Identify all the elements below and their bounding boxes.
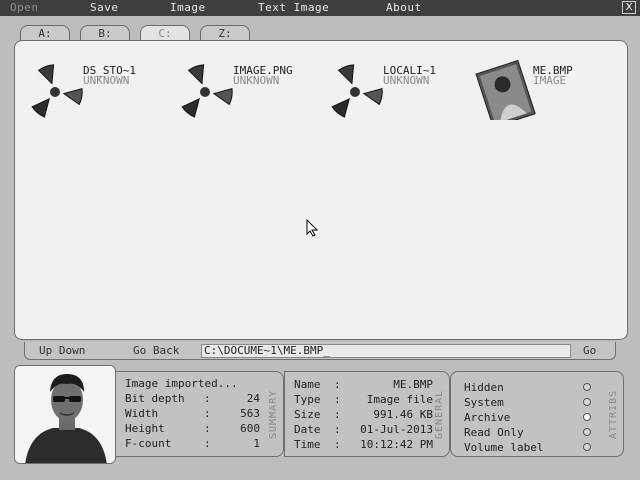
attrib-label: Read Only xyxy=(464,426,524,439)
general-key: Time xyxy=(294,438,321,451)
attrib-archive-radio[interactable] xyxy=(583,413,591,421)
file-item[interactable]: LOCALI~1 UNKNOWN xyxy=(323,56,473,146)
summary-value: 563 xyxy=(240,407,260,420)
menu-image[interactable]: Image xyxy=(170,1,206,14)
image-preview xyxy=(14,365,116,464)
close-icon[interactable]: X xyxy=(622,1,636,14)
attribs-label: ATTRIBS xyxy=(608,389,619,439)
file-type: UNKNOWN xyxy=(383,74,430,87)
radiation-icon xyxy=(31,64,83,118)
file-type: IMAGE xyxy=(533,74,567,87)
go-back-button[interactable]: Go Back xyxy=(133,344,179,357)
general-key: Name xyxy=(294,378,321,391)
summary-label: SUMMARY xyxy=(268,389,279,439)
summary-key: Height xyxy=(125,422,165,435)
attrib-hidden-radio[interactable] xyxy=(583,383,591,391)
menu-about[interactable]: About xyxy=(386,1,422,14)
menu-open[interactable]: Open xyxy=(10,1,39,14)
menu-text-image[interactable]: Text Image xyxy=(258,1,329,14)
general-value: 01-Jul-2013 xyxy=(360,423,433,436)
go-button[interactable]: Go xyxy=(583,344,596,357)
general-key: Size xyxy=(294,408,321,421)
image-thumbnail-icon xyxy=(475,59,536,120)
attrib-label: Hidden xyxy=(464,381,504,394)
summary-key: F-count xyxy=(125,437,172,450)
general-value: 10:12:42 PM xyxy=(360,438,433,451)
general-value: 991.46 KB xyxy=(373,408,433,421)
file-item[interactable]: ME.BMP IMAGE xyxy=(473,56,623,146)
general-value: Image file xyxy=(366,393,433,406)
summary-sep: : xyxy=(204,407,211,420)
import-status: Image imported... xyxy=(125,377,238,390)
summary-sep: : xyxy=(204,437,211,450)
general-sep: : xyxy=(334,438,341,451)
summary-sep: : xyxy=(204,392,211,405)
attrib-label: System xyxy=(464,396,504,409)
attrib-read-only-radio[interactable] xyxy=(583,428,591,436)
summary-sep: : xyxy=(204,422,211,435)
attribs-panel: Hidden System Archive Read Only Volume l… xyxy=(450,371,624,457)
path-input[interactable]: C:\DOCUME~1\ME.BMP_ xyxy=(201,344,571,358)
attrib-label: Archive xyxy=(464,411,511,424)
general-sep: : xyxy=(334,423,341,436)
general-sep: : xyxy=(334,408,341,421)
menu-save[interactable]: Save xyxy=(90,1,119,14)
preview-photo-icon xyxy=(15,366,115,463)
attrib-label: Volume label xyxy=(464,441,544,454)
attrib-system-radio[interactable] xyxy=(583,398,591,406)
summary-key: Bit depth xyxy=(125,392,185,405)
menu-bar: Open Save Image Text Image About X xyxy=(0,0,640,16)
file-type: UNKNOWN xyxy=(83,74,130,87)
mouse-cursor-icon xyxy=(306,219,319,237)
attrib-volume-label-radio[interactable] xyxy=(583,443,591,451)
radiation-icon xyxy=(181,64,233,118)
summary-value: 600 xyxy=(240,422,260,435)
general-key: Date xyxy=(294,423,321,436)
summary-value: 1 xyxy=(253,437,260,450)
general-panel: Name : ME.BMP Type : Image file Size : 9… xyxy=(284,371,450,457)
up-down-button[interactable]: Up Down xyxy=(39,344,85,357)
file-type: UNKNOWN xyxy=(233,74,280,87)
summary-panel: Image imported... Bit depth : 24 Width :… xyxy=(116,371,284,457)
file-item[interactable]: DS_STO~1 UNKNOWN xyxy=(23,56,173,146)
navigation-bar: Up Down Go Back C:\DOCUME~1\ME.BMP_ Go xyxy=(24,342,616,360)
general-sep: : xyxy=(334,393,341,406)
radiation-icon xyxy=(331,64,383,118)
file-item[interactable]: IMAGE.PNG UNKNOWN xyxy=(173,56,323,146)
general-key: Type xyxy=(294,393,321,406)
file-browser-panel: DS_STO~1 UNKNOWN IMAGE.PNG UNKNOWN LOCAL… xyxy=(14,40,628,340)
summary-value: 24 xyxy=(246,392,260,405)
general-sep: : xyxy=(334,378,341,391)
general-label: GENERAL xyxy=(434,389,445,439)
general-value: ME.BMP xyxy=(393,378,433,391)
summary-key: Width xyxy=(125,407,159,420)
